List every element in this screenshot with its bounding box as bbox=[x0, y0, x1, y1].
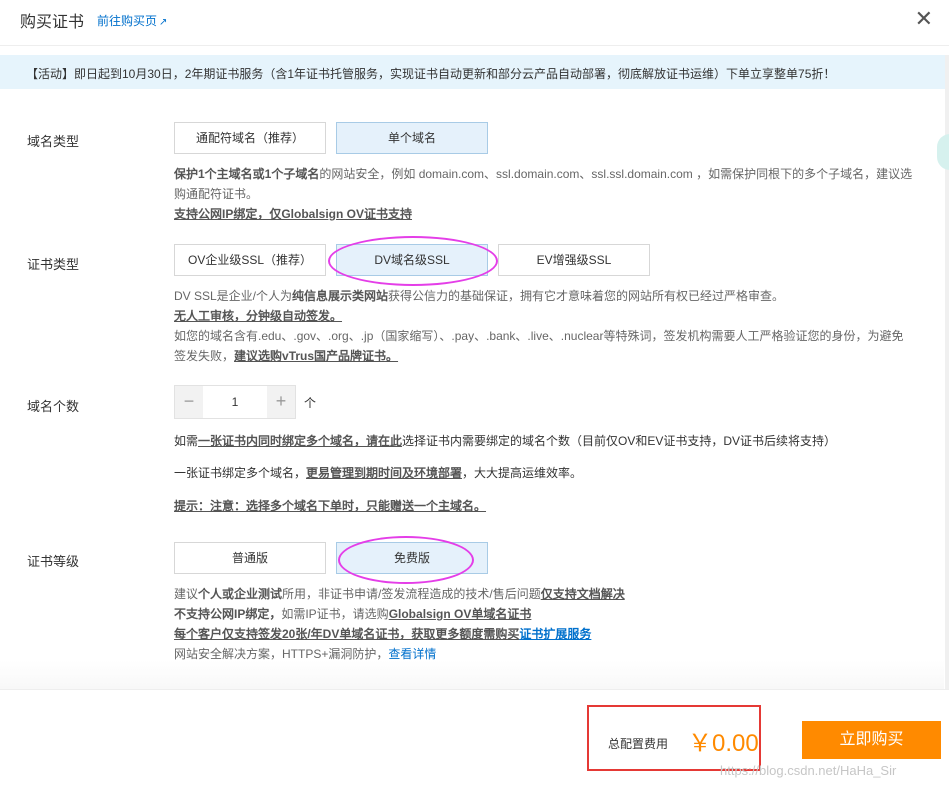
benefit-a: 一张证书绑定多个域名， bbox=[174, 466, 307, 480]
close-icon[interactable]: ✕ bbox=[915, 6, 933, 32]
option-single-domain[interactable]: 单个域名 bbox=[336, 122, 488, 154]
purchase-page-link-label: 前往购买页 bbox=[97, 14, 158, 28]
total-cost-value: ￥0.00 bbox=[688, 730, 759, 757]
promo-banner-text: 【活动】即日起到10月30日，2年期证书服务（含1年证书托管服务，实现证书自动更… bbox=[26, 67, 836, 81]
cert-type-desc-bold: 纯信息展示类网站 bbox=[292, 289, 389, 303]
option-free-edition[interactable]: 免费版 bbox=[336, 542, 488, 574]
domain-count-input[interactable] bbox=[203, 386, 267, 418]
cert-level-desc-1: 建议个人或企业测试所用，非证书申请/签发流程造成的技术/售后问题仅支持文档解决 bbox=[174, 584, 914, 604]
side-float-icon[interactable] bbox=[937, 134, 949, 170]
option-wildcard-domain[interactable]: 通配符域名（推荐） bbox=[174, 122, 326, 154]
level-desc2-a: 如需IP证书，请选购 bbox=[281, 607, 389, 621]
option-dv-ssl[interactable]: DV域名级SSL bbox=[336, 244, 488, 276]
increment-button[interactable]: + bbox=[267, 386, 295, 418]
dialog-header: 购买证书 前往购买页 ↗ ✕ bbox=[0, 0, 949, 46]
option-ev-ssl[interactable]: EV增强级SSL bbox=[498, 244, 650, 276]
domain-count-stepper: − + bbox=[174, 385, 296, 419]
level-desc4-a: 网站安全解决方案，HTTPS+漏洞防护， bbox=[174, 647, 389, 661]
domain-count-unit: 个 bbox=[304, 396, 317, 410]
multi-domain-tip: 提示：注意：选择多个域名下单时，只能赠送一个主域名。 bbox=[174, 499, 487, 513]
benefit-ul: 更易管理到期时间及环境部署 bbox=[306, 466, 463, 480]
level-desc1-b: 所用，非证书申请/签发流程造成的技术/售后问题 bbox=[282, 587, 541, 601]
decrement-button[interactable]: − bbox=[175, 386, 203, 418]
domain-count-desc-a: 如需 bbox=[174, 434, 199, 448]
dialog-title: 购买证书 bbox=[20, 14, 85, 31]
level-desc2-bold: 不支持公网IP绑定， bbox=[174, 607, 282, 621]
go-to-purchase-page-link[interactable]: 前往购买页 ↗ bbox=[97, 12, 167, 29]
watermark: https://blog.csdn.net/HaHa_Sir bbox=[720, 763, 897, 778]
domain-count-desc-b: 选择证书内需要绑定的域名个数（目前仅OV和EV证书支持，DV证书后续将支持） bbox=[402, 434, 837, 448]
external-link-icon: ↗ bbox=[159, 17, 168, 28]
promo-banner: 【活动】即日起到10月30日，2年期证书服务（含1年证书托管服务，实现证书自动更… bbox=[0, 55, 949, 89]
auto-issue-note: 无人工审核，分钟级自动签发。 bbox=[174, 309, 343, 323]
cert-level-desc-2: 不支持公网IP绑定，如需IP证书，请选购Globalsign OV单域名证书 bbox=[174, 604, 914, 624]
option-standard-edition[interactable]: 普通版 bbox=[174, 542, 326, 574]
buy-now-button[interactable]: 立即购买 bbox=[802, 721, 941, 759]
cert-type-special-domains: 如您的域名含有.edu、.gov、.org、.jp（国家缩写）、.pay、.ba… bbox=[174, 326, 910, 366]
cert-level-label: 证书等级 bbox=[27, 554, 80, 569]
domain-count-tip: 提示：注意：选择多个域名下单时，只能赠送一个主域名。 bbox=[174, 496, 914, 516]
domain-type-label: 域名类型 bbox=[27, 134, 80, 149]
domain-type-desc-bold: 保护1个主域名或1个子域名 bbox=[174, 167, 320, 181]
cert-extension-service-link[interactable]: 证书扩展服务 bbox=[519, 627, 591, 641]
dv-quota-note: 每个客户仅支持签发20张/年DV单域名证书，获取更多额度需购买 bbox=[174, 627, 520, 641]
option-ov-ssl[interactable]: OV企业级SSL（推荐） bbox=[174, 244, 326, 276]
domain-type-ip-note: 支持公网IP绑定，仅Globalsign OV证书支持 bbox=[174, 204, 914, 224]
benefit-b: ，大大提高运维效率。 bbox=[462, 466, 583, 480]
domain-count-description: 如需一张证书内同时绑定多个域名，请在此选择证书内需要绑定的域名个数（目前仅OV和… bbox=[174, 431, 914, 451]
content-fade bbox=[0, 660, 944, 689]
domain-count-desc-ul: 一张证书内同时绑定多个域名，请在此 bbox=[198, 434, 403, 448]
domain-count-label: 域名个数 bbox=[27, 399, 80, 414]
cert-type-desc-b: 获得公信力的基础保证，拥有它才意味着您的网站所有权已经过严格审查。 bbox=[388, 289, 785, 303]
total-cost-label: 总配置费用 bbox=[608, 737, 669, 751]
domain-count-benefit: 一张证书绑定多个域名，更易管理到期时间及环境部署，大大提高运维效率。 bbox=[174, 463, 914, 483]
public-ip-note: 支持公网IP绑定，仅Globalsign OV证书支持 bbox=[174, 207, 413, 221]
level-desc1-a: 建议 bbox=[174, 587, 199, 601]
level-desc1-bold: 个人或企业测试 bbox=[198, 587, 283, 601]
doc-support-note: 仅支持文档解决 bbox=[540, 587, 625, 601]
cert-level-desc-3: 每个客户仅支持签发20张/年DV单域名证书，获取更多额度需购买证书扩展服务 bbox=[174, 624, 914, 644]
cert-type-description: DV SSL是企业/个人为纯信息展示类网站获得公信力的基础保证，拥有它才意味着您… bbox=[174, 286, 914, 306]
cert-type-label: 证书类型 bbox=[27, 257, 80, 272]
vtrus-recommend-link[interactable]: 建议选购vTrus国产品牌证书。 bbox=[234, 349, 398, 363]
view-details-link[interactable]: 查看详情 bbox=[388, 647, 436, 661]
cert-type-auto-issue: 无人工审核，分钟级自动签发。 bbox=[174, 306, 914, 326]
globalsign-ov-link[interactable]: Globalsign OV单域名证书 bbox=[389, 607, 532, 621]
cert-type-desc-a: DV SSL是企业/个人为 bbox=[174, 289, 293, 303]
domain-type-description: 保护1个主域名或1个子域名的网站安全，例如 domain.com、ssl.dom… bbox=[174, 164, 914, 204]
